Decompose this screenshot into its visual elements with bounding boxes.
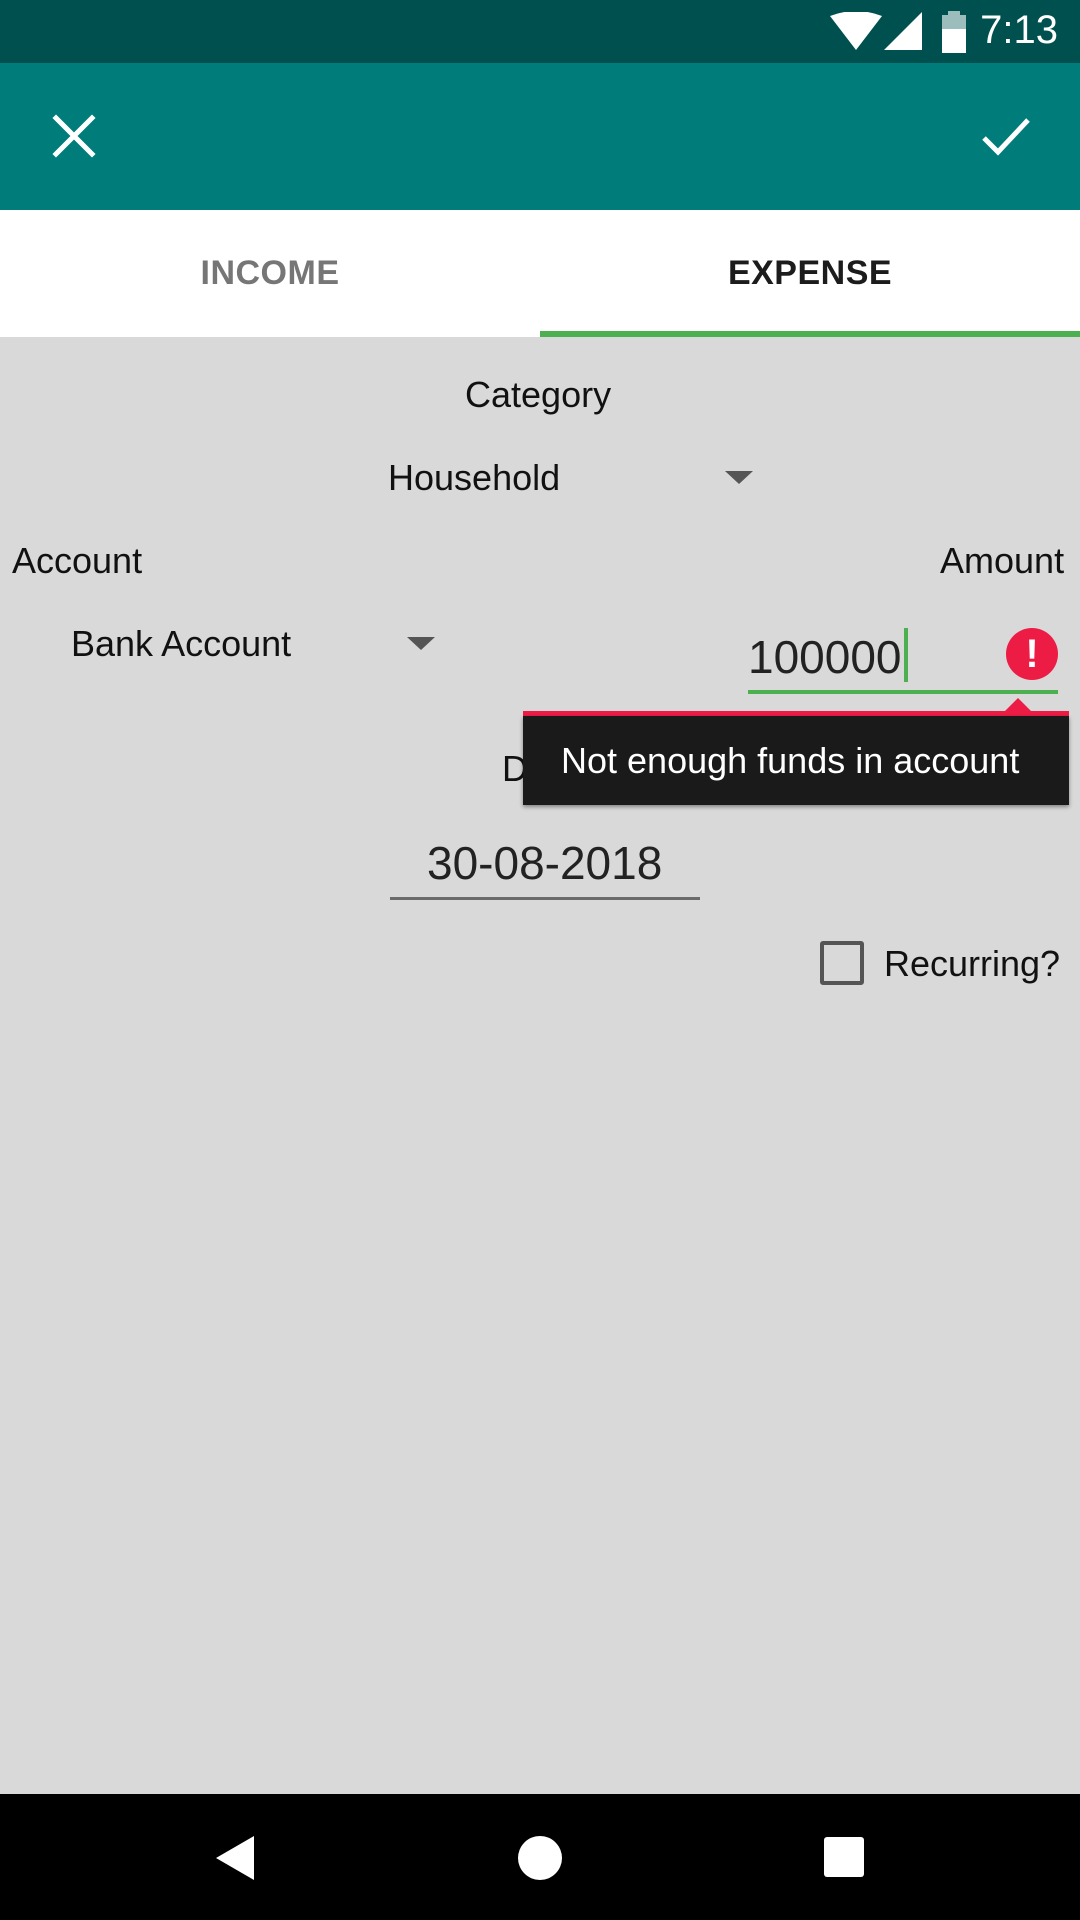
app-bar bbox=[0, 63, 1080, 210]
account-dropdown-arrow-icon[interactable] bbox=[407, 637, 435, 650]
check-icon[interactable] bbox=[976, 106, 1036, 166]
error-popup-pointer bbox=[1004, 698, 1032, 712]
signal-icon bbox=[884, 12, 922, 50]
date-underline bbox=[390, 897, 700, 900]
category-dropdown-arrow-icon[interactable] bbox=[725, 471, 753, 484]
tab-indicator bbox=[540, 331, 1080, 337]
amount-input[interactable]: 100000 bbox=[748, 630, 902, 684]
recurring-checkbox[interactable] bbox=[820, 941, 864, 985]
account-value[interactable]: Bank Account bbox=[71, 623, 291, 665]
tab-bar: INCOME EXPENSE bbox=[0, 210, 1080, 337]
account-label: Account bbox=[12, 540, 143, 581]
error-icon[interactable]: ! bbox=[1006, 628, 1058, 680]
tab-income[interactable]: INCOME bbox=[0, 210, 540, 337]
error-popup: Not enough funds in account bbox=[523, 716, 1069, 805]
category-value[interactable]: Household bbox=[388, 457, 560, 499]
amount-label: Amount bbox=[940, 540, 1065, 581]
recurring-label[interactable]: Recurring? bbox=[884, 943, 1060, 985]
category-label: Category bbox=[465, 374, 612, 415]
amount-underline bbox=[748, 690, 1058, 694]
back-icon[interactable] bbox=[214, 1834, 256, 1882]
wifi-icon bbox=[830, 12, 882, 50]
home-icon[interactable] bbox=[518, 1836, 562, 1880]
recent-apps-icon[interactable] bbox=[824, 1837, 864, 1877]
battery-icon bbox=[942, 11, 966, 53]
error-message: Not enough funds in account bbox=[561, 739, 1020, 781]
tab-expense[interactable]: EXPENSE bbox=[540, 210, 1080, 337]
date-input[interactable]: 30-08-2018 bbox=[427, 836, 662, 890]
status-time: 7:13 bbox=[980, 8, 1058, 52]
close-icon[interactable] bbox=[44, 106, 104, 166]
text-cursor bbox=[904, 628, 908, 682]
